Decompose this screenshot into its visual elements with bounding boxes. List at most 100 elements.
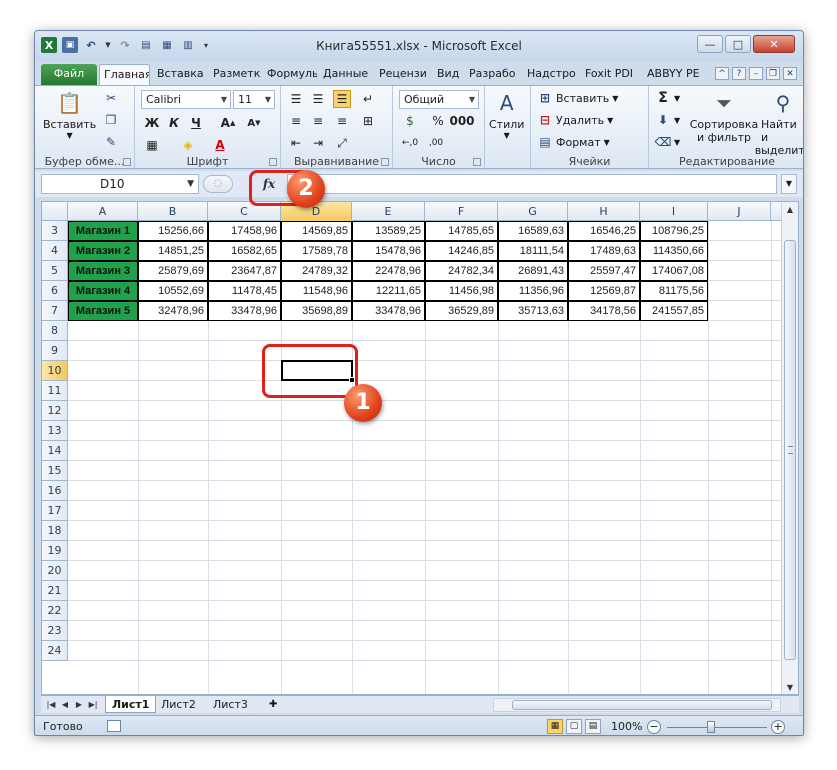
horizontal-scroll-thumb[interactable] <box>512 700 772 710</box>
increase-indent-button[interactable]: ⇥ <box>309 134 327 152</box>
row-header[interactable]: 19 <box>42 541 68 561</box>
row-header[interactable]: 18 <box>42 521 68 541</box>
tab-formulas[interactable]: Формулы <box>263 64 317 85</box>
zoom-out-icon[interactable]: − <box>647 720 661 734</box>
row-header[interactable]: 15 <box>42 461 68 481</box>
doc-minimize-icon[interactable]: – <box>749 67 763 80</box>
table-cell[interactable]: 14851,25 <box>138 241 208 261</box>
formula-input[interactable] <box>287 174 777 194</box>
table-cell[interactable]: 25879,69 <box>138 261 208 281</box>
row-header[interactable]: 24 <box>42 641 68 661</box>
row-header[interactable]: 4 <box>42 241 68 261</box>
table-cell[interactable]: 11548,96 <box>281 281 352 301</box>
italic-button[interactable]: К <box>165 114 183 132</box>
row-header[interactable]: 7 <box>42 301 68 321</box>
font-launcher[interactable] <box>269 158 277 166</box>
table-cell[interactable]: 22478,96 <box>352 261 425 281</box>
column-header[interactable]: F <box>425 202 498 221</box>
row-header[interactable]: 14 <box>42 441 68 461</box>
font-color-button[interactable]: A <box>211 136 229 154</box>
cut-button[interactable]: ✂ <box>103 90 119 106</box>
scroll-up-icon[interactable]: ▲ <box>782 202 798 218</box>
wrap-text-button[interactable]: ↵ <box>359 90 377 108</box>
expand-formula-bar-button[interactable]: ▼ <box>781 174 797 194</box>
vertical-scrollbar[interactable]: ▲ ▼ <box>781 202 798 694</box>
close-button[interactable]: ✕ <box>753 35 795 53</box>
table-cell[interactable]: 114350,66 <box>640 241 708 261</box>
doc-close-icon[interactable]: ✕ <box>783 67 797 80</box>
table-cell[interactable]: 13589,25 <box>352 221 425 241</box>
table-cell[interactable]: 11356,96 <box>498 281 568 301</box>
help-icon[interactable]: ? <box>732 67 746 80</box>
row-header[interactable]: 9 <box>42 341 68 361</box>
row-header[interactable]: 16 <box>42 481 68 501</box>
format-cells-button[interactable]: ▤ Формат ▼ <box>537 134 609 150</box>
tab-view[interactable]: Вид <box>433 64 461 85</box>
row-header[interactable]: 8 <box>42 321 68 341</box>
row-header[interactable]: 23 <box>42 621 68 641</box>
copy-button[interactable]: ❐ <box>103 112 119 128</box>
row-header[interactable]: 10 <box>42 361 68 381</box>
page-layout-view-icon[interactable]: ▢ <box>566 719 582 734</box>
prev-sheet-icon[interactable]: ◀ <box>59 698 71 712</box>
first-sheet-icon[interactable]: |◀ <box>45 698 57 712</box>
normal-view-icon[interactable]: ▦ <box>547 719 563 734</box>
alignment-launcher[interactable] <box>381 158 389 166</box>
table-cell[interactable]: 11478,45 <box>208 281 281 301</box>
next-sheet-icon[interactable]: ▶ <box>73 698 85 712</box>
table-cell[interactable]: 24782,34 <box>425 261 498 281</box>
store-name-cell[interactable]: Магазин 4 <box>68 281 138 301</box>
table-cell[interactable]: 108796,25 <box>640 221 708 241</box>
column-header[interactable]: H <box>568 202 640 221</box>
decrease-font-button[interactable]: A ▼ <box>245 114 263 132</box>
number-launcher[interactable] <box>473 158 481 166</box>
tab-data[interactable]: Данные <box>319 64 371 85</box>
maximize-button[interactable]: □ <box>725 35 751 53</box>
minimize-button[interactable]: — <box>697 35 723 53</box>
store-name-cell[interactable]: Магазин 3 <box>68 261 138 281</box>
table-cell[interactable]: 14785,65 <box>425 221 498 241</box>
row-header[interactable]: 6 <box>42 281 68 301</box>
row-header[interactable]: 17 <box>42 501 68 521</box>
row-header[interactable]: 3 <box>42 221 68 241</box>
sheet-tab-3[interactable]: Лист3 <box>207 696 254 713</box>
paste-button[interactable]: 📋 Вставить ▼ <box>43 88 96 140</box>
align-top-button[interactable]: ☰ <box>287 90 305 108</box>
column-header[interactable]: B <box>138 202 208 221</box>
table-cell[interactable]: 35698,89 <box>281 301 352 321</box>
tab-abbyy[interactable]: ABBYY PE <box>643 64 701 85</box>
table-cell[interactable]: 25597,47 <box>568 261 640 281</box>
row-header[interactable]: 20 <box>42 561 68 581</box>
store-name-cell[interactable]: Магазин 5 <box>68 301 138 321</box>
increase-decimal-button[interactable]: ←,0 <box>401 134 419 152</box>
tab-developer[interactable]: Разрабо <box>465 64 521 85</box>
tab-page-layout[interactable]: Разметка <box>209 64 261 85</box>
table-cell[interactable]: 24789,32 <box>281 261 352 281</box>
decrease-decimal-button[interactable]: ,00 <box>427 134 445 152</box>
zoom-in-icon[interactable]: + <box>771 720 785 734</box>
font-name-combo[interactable]: Calibri ▼ <box>141 90 231 109</box>
table-cell[interactable]: 14569,85 <box>281 221 352 241</box>
comma-button[interactable]: 000 <box>449 112 474 130</box>
styles-button[interactable]: A Стили ▼ <box>489 88 524 140</box>
table-cell[interactable]: 34178,56 <box>568 301 640 321</box>
table-cell[interactable]: 35713,63 <box>498 301 568 321</box>
sheet-tab-1[interactable]: Лист1 <box>105 696 157 713</box>
table-cell[interactable]: 12569,87 <box>568 281 640 301</box>
clear-button[interactable]: ⌫ ▼ <box>655 134 681 150</box>
row-header[interactable]: 21 <box>42 581 68 601</box>
fill-color-button[interactable]: ◈ <box>179 136 197 154</box>
table-cell[interactable]: 26891,43 <box>498 261 568 281</box>
table-cell[interactable]: 12211,65 <box>352 281 425 301</box>
worksheet-grid[interactable]: A B C D E F G H I J 3 4 5 6 7 8 9 10 11 12 13 14 15 1… <box>41 201 799 695</box>
borders-button[interactable]: ▦ <box>143 136 161 154</box>
tab-addins[interactable]: Надстро <box>523 64 579 85</box>
table-cell[interactable]: 15478,96 <box>352 241 425 261</box>
row-header[interactable]: 22 <box>42 601 68 621</box>
minimize-ribbon-icon[interactable]: ^ <box>715 67 729 80</box>
find-select-button[interactable]: ⚲ Найти и выделить <box>755 88 803 157</box>
sort-filter-button[interactable]: ⏷ Сортировка и фильтр <box>689 88 759 144</box>
bold-button[interactable]: Ж <box>143 114 161 132</box>
table-cell[interactable]: 16546,25 <box>568 221 640 241</box>
column-header[interactable]: A <box>68 202 138 221</box>
